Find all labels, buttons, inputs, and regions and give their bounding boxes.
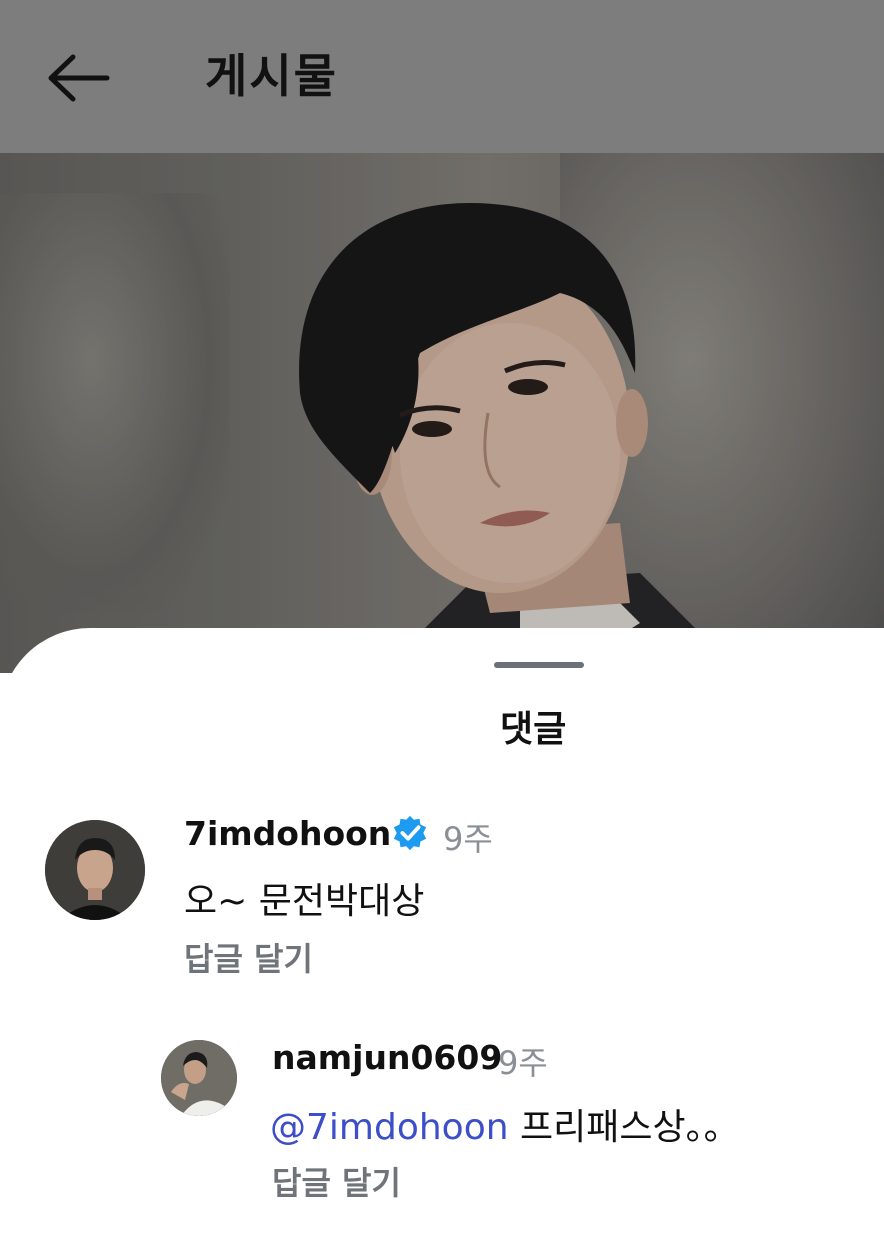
reply-button[interactable]: 답글 달기 (272, 1158, 401, 1204)
arrow-left-icon (48, 54, 110, 102)
reply-time: 9주 (498, 1044, 548, 1082)
avatar[interactable] (161, 1040, 237, 1116)
photo-dim-overlay (0, 153, 884, 673)
reply-text: 프리패스상。。 (520, 1107, 740, 1148)
comments-sheet: 댓글 7imdohoon 9주 오~ 문전박대상 답글 달기 namjun060… (0, 628, 884, 1237)
comment-time: 9주 (443, 820, 493, 858)
post-image[interactable] (0, 153, 884, 673)
page-title: 게시물 (205, 49, 338, 103)
avatar-portrait (45, 820, 145, 920)
verified-badge-icon (393, 815, 427, 851)
post-comments-screen: 게시물 댓글 7imdohoon 9주 오~ 문전박대상 답글 달기 namju… (0, 0, 884, 1237)
reply-username[interactable]: namjun0609 (272, 1038, 502, 1077)
reply-button[interactable]: 답글 달기 (184, 934, 313, 980)
avatar-portrait (161, 1040, 237, 1116)
drag-handle[interactable] (494, 662, 584, 668)
reply-text-line: @7imdohoon 프리패스상。。 (270, 1098, 740, 1150)
mention-link[interactable]: @7imdohoon (270, 1107, 509, 1148)
sheet-title: 댓글 (500, 709, 567, 750)
comment-text: 오~ 문전박대상 (184, 881, 425, 922)
comment-username[interactable]: 7imdohoon (184, 814, 391, 853)
avatar[interactable] (45, 820, 145, 920)
top-bar: 게시물 (0, 0, 884, 153)
back-button[interactable] (40, 48, 116, 108)
